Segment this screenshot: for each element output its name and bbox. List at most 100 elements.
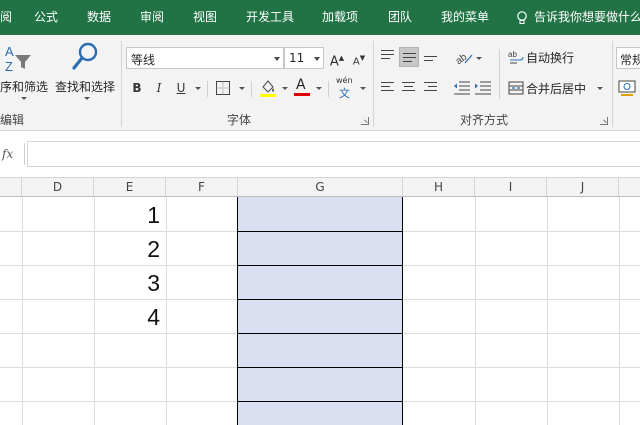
align-bottom-icon — [424, 56, 437, 64]
font-size-combo[interactable]: 11 — [284, 47, 324, 69]
align-right-button[interactable] — [421, 78, 441, 98]
cell-e4[interactable]: 4 — [94, 300, 160, 334]
cell-border — [237, 333, 403, 334]
tab-page-layout[interactable]: 阅 — [0, 0, 12, 35]
align-middle-button[interactable] — [399, 47, 419, 67]
column-header-h[interactable]: H — [403, 178, 475, 197]
cell-e1[interactable]: 1 — [94, 198, 160, 232]
formula-input[interactable] — [27, 141, 640, 167]
align-left-button[interactable] — [378, 78, 398, 98]
insert-function-icon[interactable]: fx — [0, 143, 24, 165]
find-select-button[interactable]: 查找和选择 — [54, 39, 118, 105]
magnifier-icon — [72, 42, 98, 70]
font-size-value: 11 — [289, 51, 305, 65]
font-color-icon: A — [296, 77, 306, 93]
decrease-indent-icon[interactable] — [453, 80, 471, 96]
ribbon-tab-bar: 阅 公式 数据 审阅 视图 开发工具 加载项 团队 我的菜单 告诉我你想要做什么 — [0, 0, 640, 35]
chevron-down-icon[interactable] — [282, 87, 288, 90]
font-name-value: 等线 — [131, 53, 156, 67]
cell-e3[interactable]: 3 — [94, 266, 160, 300]
chevron-down-icon[interactable] — [239, 87, 245, 90]
group-divider — [373, 41, 374, 127]
lightbulb-icon — [517, 11, 527, 24]
orientation-icon[interactable]: ab — [454, 48, 474, 66]
tab-view[interactable]: 视图 — [193, 0, 217, 35]
sort-filter-button[interactable]: A Z 序和筛选 — [0, 39, 54, 105]
font-group-label: 字体 — [227, 113, 252, 127]
chevron-down-icon — [84, 97, 90, 100]
chevron-down-icon[interactable] — [195, 87, 201, 90]
align-center-icon — [402, 82, 415, 94]
svg-text:ab: ab — [454, 52, 470, 66]
column-header-e[interactable]: E — [94, 178, 166, 197]
accounting-format-icon[interactable] — [618, 78, 640, 98]
chevron-down-icon[interactable] — [476, 57, 482, 60]
tab-formulas[interactable]: 公式 — [34, 0, 58, 35]
column-header-j[interactable]: J — [547, 178, 619, 197]
tell-me-text: 告诉我你想要做什么 — [534, 10, 640, 24]
wrap-text-label: 自动换行 — [526, 51, 575, 65]
tab-review[interactable]: 审阅 — [140, 0, 164, 35]
italic-button[interactable]: I — [149, 78, 169, 98]
merge-center-icon — [508, 81, 524, 95]
cell-border — [237, 401, 403, 402]
align-bottom-button[interactable] — [421, 47, 441, 67]
sort-filter-label: 序和筛选 — [0, 80, 49, 94]
column-header-k[interactable] — [619, 178, 640, 197]
column-header-g[interactable]: G — [238, 178, 403, 197]
tab-team[interactable]: 团队 — [388, 0, 412, 35]
decrease-font-icon: A — [352, 56, 360, 68]
ribbon: A Z 序和筛选 查找和选择 编辑 等线 11 A▲ A▼ B I U A wé… — [0, 35, 640, 131]
phonetic-guide-button[interactable]: wén 文 — [335, 76, 357, 100]
chevron-down-icon — [274, 57, 280, 61]
tab-developer[interactable]: 开发工具 — [246, 0, 294, 35]
divider — [24, 143, 25, 165]
chevron-down-icon[interactable] — [316, 87, 322, 90]
align-top-button[interactable] — [378, 47, 398, 67]
column-header-f[interactable]: F — [166, 178, 238, 197]
find-select-label: 查找和选择 — [55, 80, 116, 94]
group-divider — [612, 41, 613, 127]
tab-add-ins[interactable]: 加载项 — [322, 0, 358, 35]
column-header-d[interactable]: D — [22, 178, 94, 197]
divider — [207, 81, 208, 97]
tab-data[interactable]: 数据 — [87, 0, 111, 35]
divider — [328, 81, 329, 97]
decrease-font-size-button[interactable]: A▼ — [349, 48, 369, 68]
dialog-launcher-icon[interactable] — [361, 117, 369, 125]
chevron-down-icon — [597, 87, 603, 90]
font-color-swatch — [294, 93, 310, 96]
merge-center-button[interactable]: 合并后居中 — [506, 77, 606, 99]
phonetic-char: 文 — [339, 87, 350, 100]
wrap-text-icon: ab — [508, 50, 524, 64]
increase-font-size-button[interactable]: A▲ — [327, 48, 347, 69]
fill-color-icon[interactable] — [259, 78, 277, 98]
dialog-launcher-icon[interactable] — [600, 117, 608, 125]
wrap-text-button[interactable]: ab 自动换行 — [506, 46, 586, 68]
font-name-combo[interactable]: 等线 — [126, 47, 284, 69]
bold-button[interactable]: B — [127, 78, 147, 98]
number-format-combo[interactable]: 常规 — [616, 47, 640, 69]
column-header-i[interactable]: I — [475, 178, 547, 197]
divider — [251, 81, 252, 97]
borders-icon[interactable] — [215, 80, 231, 96]
sort-filter-icon: A Z — [5, 44, 31, 74]
font-color-button[interactable]: A — [293, 77, 311, 97]
underline-button[interactable]: U — [171, 78, 191, 98]
divider — [499, 49, 500, 99]
increase-indent-icon[interactable] — [474, 80, 492, 96]
svg-text:Z: Z — [5, 59, 13, 74]
align-left-icon — [381, 82, 394, 94]
tab-my-menu[interactable]: 我的菜单 — [441, 0, 489, 35]
align-middle-icon — [403, 53, 416, 65]
align-right-icon — [424, 82, 437, 94]
chevron-down-icon — [314, 57, 320, 61]
number-format-value: 常规 — [620, 53, 640, 67]
cell-e2[interactable]: 2 — [94, 232, 160, 266]
column-header-c[interactable] — [0, 178, 22, 197]
align-center-button[interactable] — [399, 78, 419, 98]
align-top-icon — [381, 50, 394, 62]
phonetic-pinyin: wén — [336, 76, 353, 85]
editing-group-label: 编辑 — [0, 113, 25, 127]
chevron-down-icon[interactable] — [360, 87, 366, 90]
